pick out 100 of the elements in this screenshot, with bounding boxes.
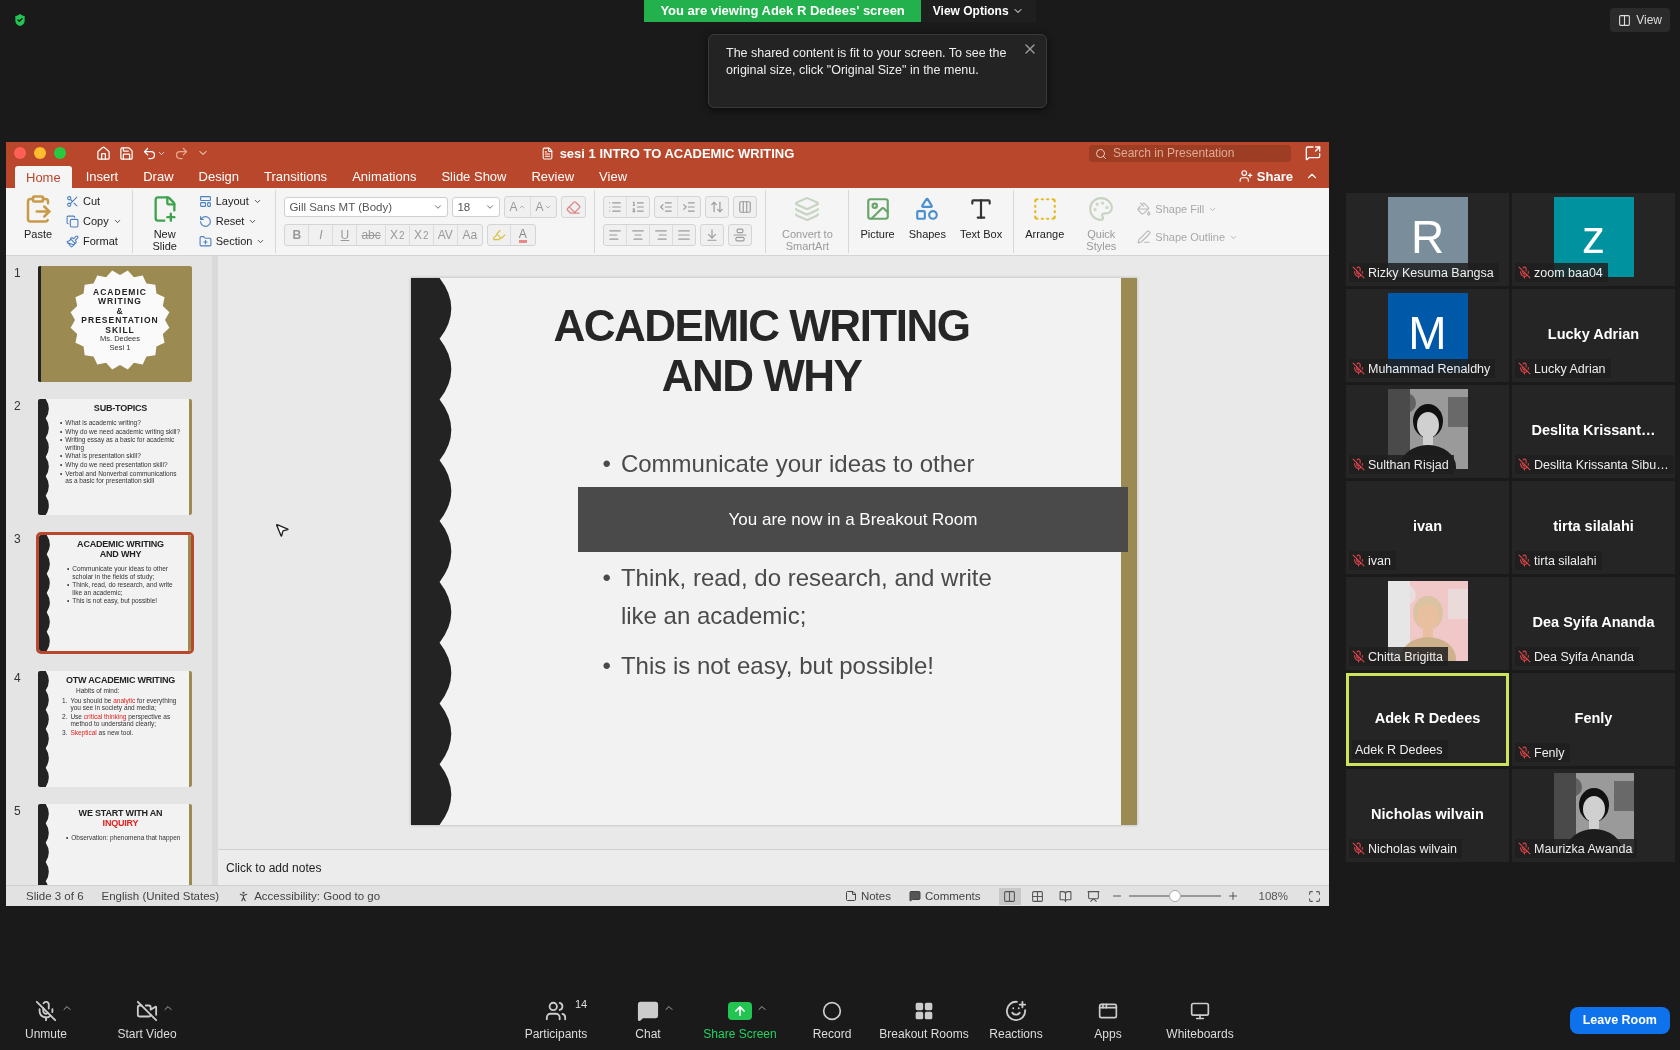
ribbon-tab[interactable]: View	[588, 164, 639, 188]
paste-button[interactable]: Paste	[20, 190, 56, 242]
toolbar-button[interactable]: Record	[786, 999, 878, 1041]
toolbar-button[interactable]: Start Video	[82, 999, 212, 1041]
layout-icon	[198, 194, 212, 208]
slide-title: AND WHY	[661, 351, 863, 401]
participant-label: Lucky Adrian	[1534, 361, 1606, 376]
toolbar-button[interactable]: Apps	[1062, 999, 1154, 1041]
participant-name: Fenly	[1574, 709, 1613, 728]
reading-view-icon	[1059, 889, 1073, 903]
undo-icon[interactable]	[142, 145, 166, 161]
bullet-marker: •	[602, 563, 611, 593]
new-slide-button[interactable]: New Slide	[140, 190, 189, 254]
participant-label: tirta silalahi	[1534, 553, 1597, 568]
toolbar-button[interactable]: Breakout Rooms	[878, 999, 970, 1041]
ribbon-button[interactable]: Picture	[857, 190, 898, 242]
notice-text: The shared content is fit to your screen. To see the original size, click "Original Size" in the menu.	[726, 45, 1008, 79]
zoom-in-icon[interactable]	[1226, 890, 1239, 902]
zoom-button[interactable]	[54, 147, 66, 159]
notes-button[interactable]: Notes	[844, 890, 891, 902]
view-options-button[interactable]: View Options	[920, 0, 1036, 22]
share-button[interactable]: Share	[1232, 164, 1299, 188]
participant-label: Sulthan Risjad	[1368, 457, 1449, 472]
ribbon-button[interactable]: Shapes	[905, 190, 949, 242]
participant-name: Nicholas wilvain	[1371, 805, 1484, 824]
reset-icon	[198, 214, 212, 228]
redo-icon[interactable]	[174, 145, 189, 161]
participant-label: Maurizka Awanda	[1534, 841, 1633, 856]
slide-number: 1	[14, 266, 22, 280]
thumbnail-title: AND WHY	[99, 549, 142, 559]
slider-thumb[interactable]	[1168, 890, 1181, 902]
ribbon-tab[interactable]: Insert	[74, 164, 130, 188]
ribbon-tab[interactable]: Design	[187, 164, 250, 188]
font-name-field[interactable]: Gill Sans MT (Body)	[284, 197, 449, 217]
comment-icon	[908, 890, 921, 902]
leave-room-button[interactable]: Leave Room	[1569, 1006, 1670, 1034]
comments-button[interactable]: Comments	[908, 890, 981, 902]
bullet-text: Communicate your ideas to other	[620, 449, 976, 479]
fit-icon[interactable]	[1308, 889, 1321, 903]
caret-icon	[433, 202, 444, 212]
clipboard-button[interactable]: Copy	[64, 212, 124, 230]
toolbar-button[interactable]: Whiteboards	[1154, 999, 1246, 1041]
toolbar-button[interactable]: Chat	[602, 999, 694, 1041]
search-field[interactable]: Search in Presentation	[1089, 144, 1291, 162]
slide-thumbnail[interactable]	[38, 399, 192, 515]
slide-tool-button[interactable]: Layout	[196, 192, 268, 210]
bullet-text: This is not easy, but possible!	[620, 651, 935, 681]
slide-sorter-icon	[1031, 889, 1045, 903]
clipboard-button[interactable]: Cut	[64, 192, 124, 210]
slide-tool-button[interactable]: Reset	[196, 212, 268, 230]
caret-icon	[544, 203, 553, 211]
save-icon[interactable]	[119, 145, 134, 161]
ribbon-tab[interactable]: Draw	[132, 164, 185, 188]
ribbon-tab[interactable]: Animations	[341, 164, 428, 188]
ribbon-tab[interactable]: Review	[520, 164, 586, 188]
participant-name: Deslita Krissant…	[1531, 421, 1656, 440]
ribbon-tab[interactable]: Slide Show	[430, 164, 518, 188]
smiley-icon	[1005, 999, 1027, 1022]
bullet-text: Think, read, do research, and write like an academic;	[620, 563, 993, 631]
ribbon-button[interactable]: Text Box	[957, 190, 1006, 242]
scissors-icon	[66, 194, 79, 208]
toolbar-button[interactable]: Share Screen	[694, 999, 786, 1041]
sharing-banner: You are viewing Adek R Dedees' screen	[644, 0, 921, 22]
thumbnail-title: WRITING	[98, 297, 142, 307]
add-person-icon	[1238, 169, 1253, 183]
toolbar-button[interactable]: Reactions	[970, 999, 1062, 1041]
participant-label: Nicholas wilvain	[1368, 841, 1457, 856]
view-mode-button[interactable]	[998, 887, 1021, 905]
clipboard-button[interactable]: Format	[64, 232, 124, 250]
home-icon[interactable]	[96, 145, 111, 161]
participant-label: Deslita Krissanta Sibu…	[1534, 457, 1669, 472]
ribbon-tab[interactable]: Home	[15, 166, 72, 188]
slide-tool-button[interactable]: Section	[196, 232, 268, 250]
bullet-marker: •	[602, 651, 611, 681]
slide-number: 2	[14, 399, 22, 413]
thumbnail-title: WE START WITH AN	[78, 808, 163, 818]
toolbar-button[interactable]: 14 Participants	[510, 999, 602, 1041]
participant-name: Adek R Dedees	[1374, 709, 1481, 728]
toolbar-button[interactable]: Unmute	[10, 999, 82, 1041]
arrange-icon	[1031, 196, 1058, 222]
slide-number: 3	[14, 532, 22, 546]
slide-thumbnail[interactable]	[38, 671, 192, 787]
notes-icon	[844, 890, 857, 902]
shield-icon	[12, 12, 28, 28]
language-indicator: English (United States)	[101, 890, 220, 902]
font-size-field[interactable]: 18	[452, 197, 501, 217]
record-icon	[822, 1000, 842, 1021]
ribbon-button[interactable]: Arrange	[1022, 190, 1068, 242]
document-icon	[540, 146, 554, 160]
chat-icon	[637, 999, 659, 1022]
thumbnail-title: SKILL	[105, 325, 135, 336]
ribbon-tab[interactable]: Transitions	[253, 164, 339, 188]
bullet-marker: •	[602, 449, 611, 479]
view-button[interactable]: View	[1610, 8, 1670, 32]
minimize-button[interactable]	[34, 147, 46, 159]
participant-label: Chitta Brigitta	[1368, 649, 1444, 664]
layout-icon	[1618, 13, 1632, 27]
comments-icon[interactable]	[1305, 145, 1321, 161]
accessibility-button[interactable]: Accessibility: Good to go	[237, 889, 381, 903]
slide-number: 5	[14, 804, 22, 818]
